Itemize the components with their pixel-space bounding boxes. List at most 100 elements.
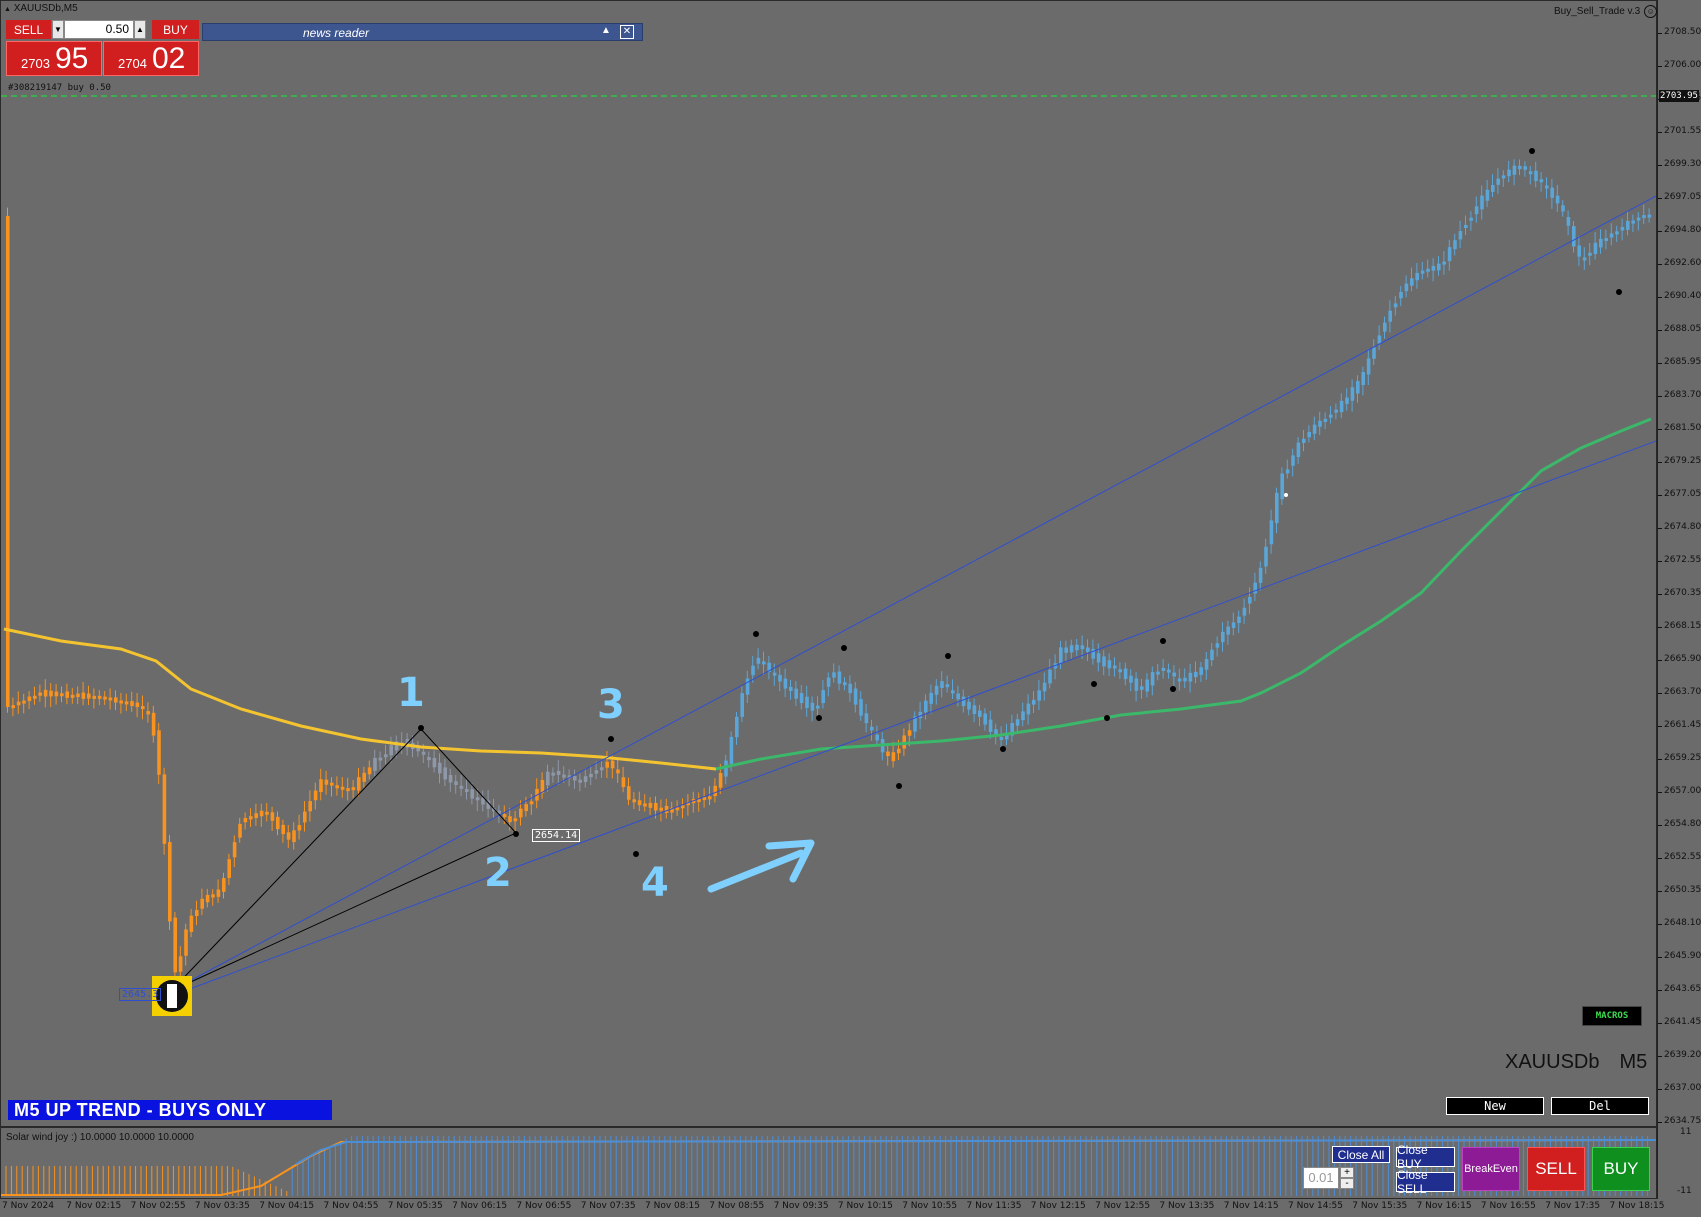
new-button[interactable]: New [1446,1097,1544,1115]
candle-body [189,915,194,932]
candle-body [1080,645,1085,650]
swing-point-marker [1091,681,1097,687]
lot-minus-button[interactable]: - [1340,1178,1354,1189]
candle-body [1134,678,1139,691]
candle-body [1431,266,1436,271]
candle-body [886,751,890,757]
price-tick [1658,1089,1662,1090]
candle-body [637,800,642,806]
candle-body [1323,418,1328,422]
price-tick-label: 2690.40 [1664,291,1701,301]
panel-buy-button[interactable]: BUY [152,20,199,39]
panel-sell-button[interactable]: SELL [6,20,51,39]
candle-body [1248,596,1252,604]
swing-point-marker [945,653,951,659]
candle-body [999,736,1004,740]
smiley-icon: ☺ [1644,5,1658,18]
bottom-sell-button[interactable]: SELL [1527,1147,1585,1191]
candle-body [319,779,323,793]
candle-body [1604,238,1608,242]
candle-body [33,695,37,699]
buy-price-box[interactable]: 2704 02 [103,41,199,76]
time-tick-label: 7 Nov 15:35 [1352,1201,1408,1211]
candle-body [843,682,847,686]
candle-body [1118,669,1122,673]
price-tick-label: 2697.05 [1664,192,1701,202]
candle-body [276,816,280,830]
price-tick-label: 2665.90 [1664,654,1701,664]
watermark-timeframe: M5 [1619,1051,1648,1073]
small-lot-input[interactable]: 0.01 [1303,1167,1339,1189]
time-tick-label: 7 Nov 2024 [2,1201,54,1211]
close-buy-button[interactable]: Close BUY [1396,1143,1455,1171]
sell-price-box[interactable]: 2703 95 [6,41,102,76]
candle-body [16,701,21,706]
candle-body [621,777,626,788]
candle-body [286,832,291,840]
close-icon[interactable]: ✕ [620,25,634,39]
candle-body [1534,170,1538,182]
candle-body [508,816,512,823]
price-tick [1658,957,1662,958]
time-axis[interactable]: 7 Nov 2024 7 Nov 02:15 7 Nov 02:55 7 Nov 03… [0,1199,1701,1217]
news-reader-bar[interactable]: news reader ▲ ✕ [202,23,643,41]
candle-body [1393,303,1398,308]
crosshair-dot [1284,493,1288,497]
candle-body [1048,669,1052,684]
candle-body [1026,703,1031,715]
price-tick-label: 2634.75 [1664,1116,1701,1126]
price-tick [1658,924,1662,925]
swing-point-marker [608,736,614,742]
price-label-low: 2645.3 [119,988,162,1001]
main-chart[interactable]: 1 3 2 4 [0,0,1657,1127]
buy-price-small: 02 [152,42,186,75]
candle-body [1215,643,1220,648]
lot-up-arrow[interactable]: ▲ [134,20,146,39]
time-tick-label: 7 Nov 02:55 [130,1201,186,1211]
candle-body [454,781,458,785]
candle-body [605,761,609,768]
price-tick [1658,528,1662,529]
breakeven-button[interactable]: BreakEven [1462,1147,1520,1191]
lot-plus-button[interactable]: + [1340,1167,1354,1178]
price-tick [1658,132,1662,133]
price-tick [1658,693,1662,694]
time-tick-label: 7 Nov 12:55 [1095,1201,1151,1211]
price-tick [1658,627,1662,628]
price-chart-svg: 1 3 2 4 [1,95,1656,1016]
watermark-symbol: XAUUSDb [1505,1051,1600,1073]
candle-body [1129,675,1133,683]
price-tick [1658,858,1662,859]
price-tick [1658,990,1662,991]
candle-body [1474,206,1479,215]
bottom-buy-button[interactable]: BUY [1592,1147,1650,1191]
candle-body [1194,671,1198,678]
candle-body [308,801,312,812]
close-sell-button[interactable]: Close SELL [1396,1168,1455,1196]
close-all-button[interactable]: Close All [1332,1146,1390,1163]
del-button[interactable]: Del [1551,1097,1649,1115]
price-tick [1658,165,1662,166]
candle-body [870,726,874,731]
candle-body [1485,189,1490,201]
candle-body [1491,185,1495,192]
candle-body [1539,179,1544,183]
candle-body [713,785,717,797]
collapse-icon[interactable]: ▲ [601,25,611,36]
candle-body [583,776,588,783]
macros-badge[interactable]: MACROS [1582,1006,1642,1026]
candle-body [254,813,258,819]
candle-body [934,685,939,695]
lot-size-input[interactable]: 0.50 [64,20,134,39]
candle-body [1410,278,1414,286]
lot-down-arrow[interactable]: ▼ [52,20,64,39]
candle-body [168,842,172,922]
candle-body [1496,178,1500,185]
candle-body [475,797,480,801]
candle-body [1453,240,1457,250]
price-axis[interactable]: 2708.50 2706.00 2703.95 2701.55 2699.30 2697.… [1657,0,1701,1199]
candle-body [789,686,793,691]
candle-body [562,774,566,778]
annotation-num4: 4 [641,860,669,906]
candle-body [664,805,669,813]
